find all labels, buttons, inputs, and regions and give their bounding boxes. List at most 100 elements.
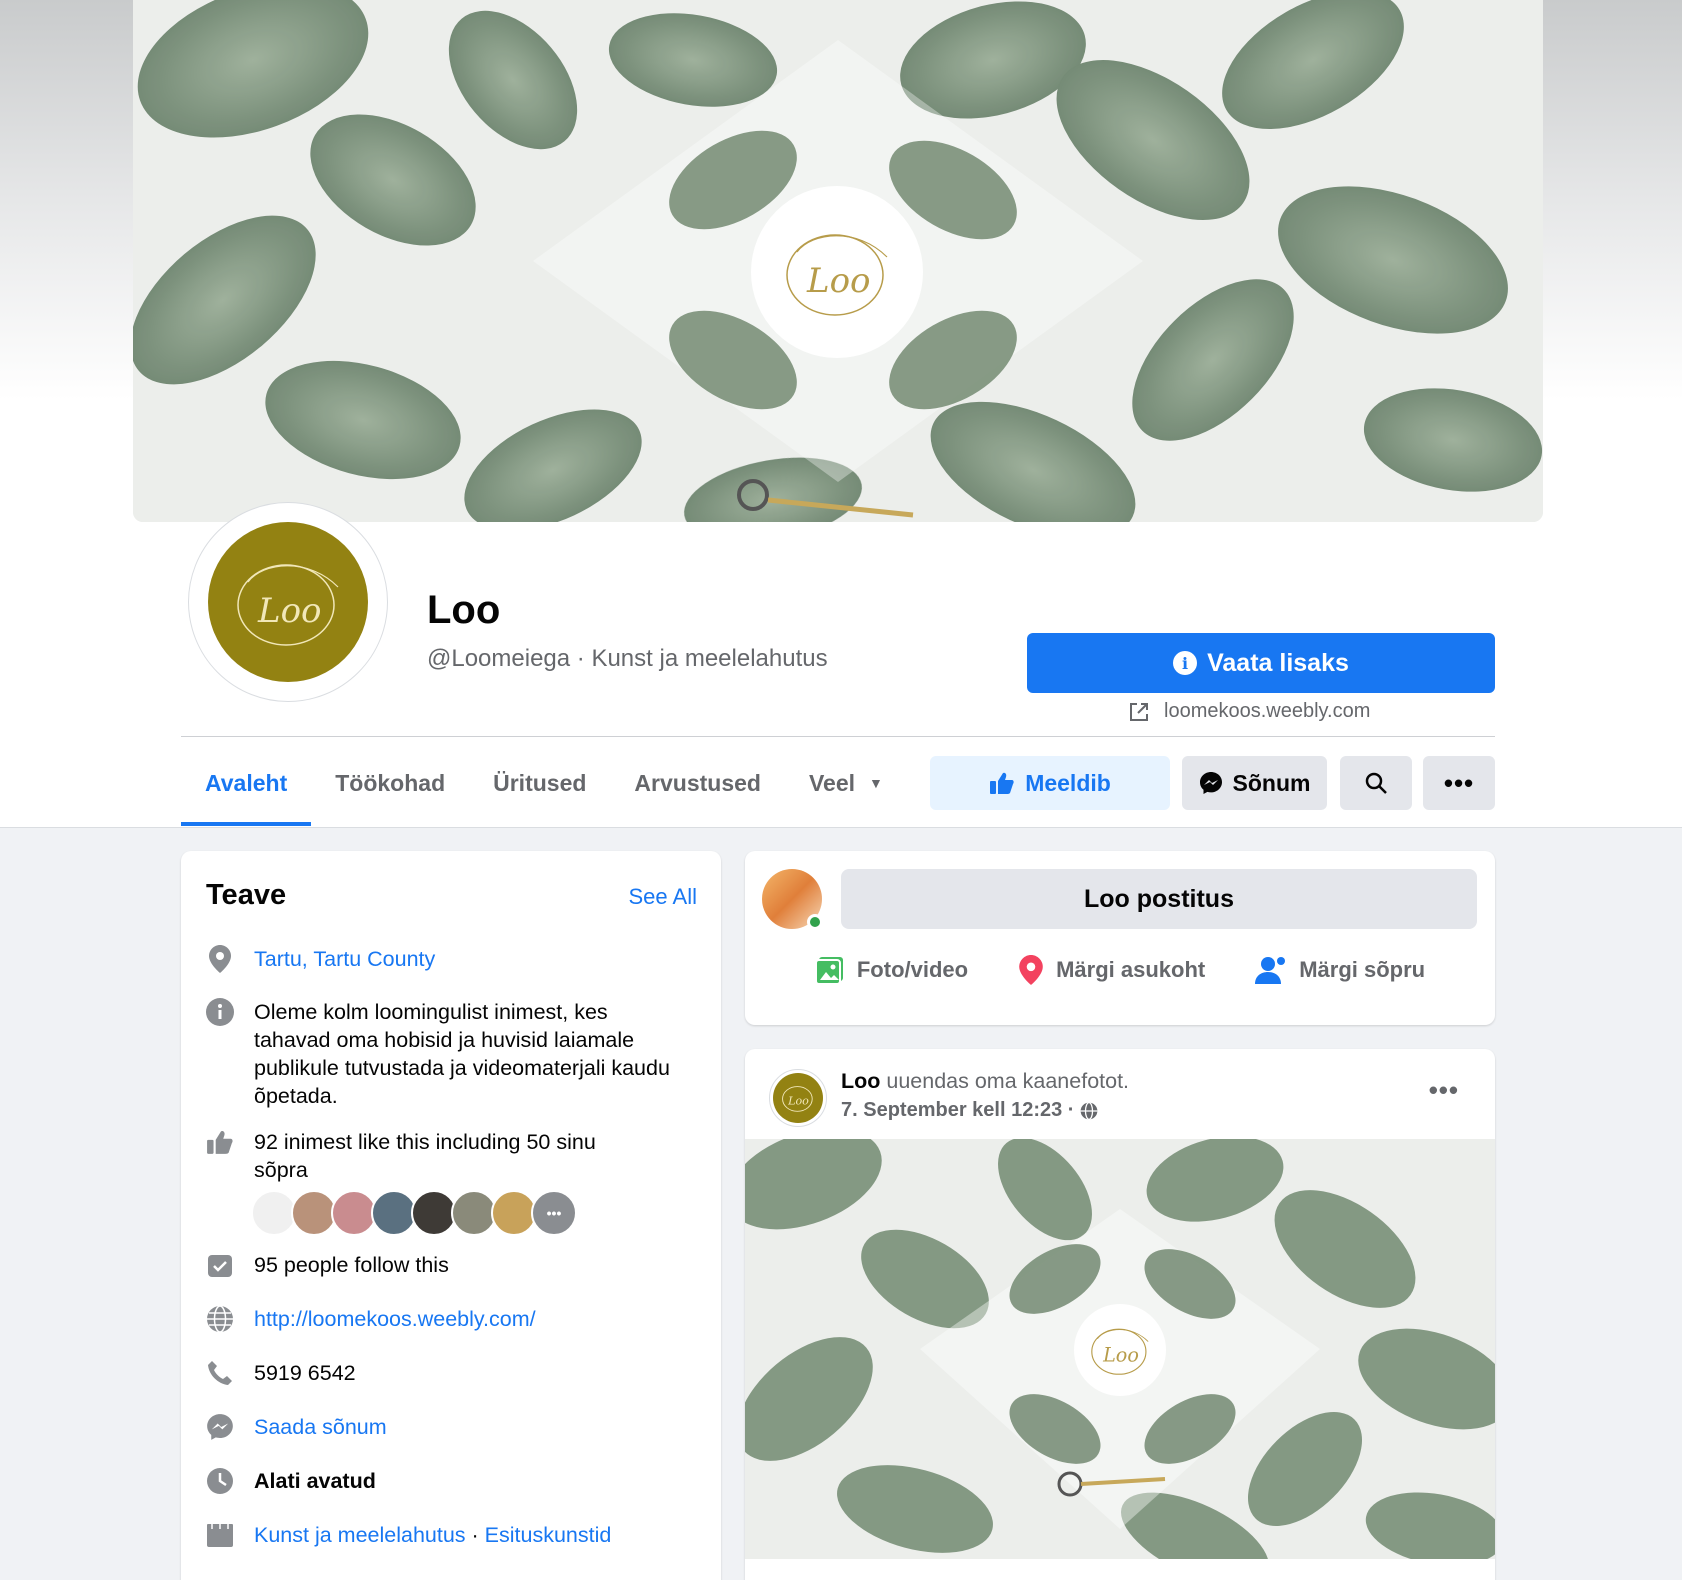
messenger-icon [1199,772,1222,794]
svg-text:Loo: Loo [806,261,871,301]
tab-events[interactable]: Üritused [469,740,610,826]
tab-home[interactable]: Avaleht [181,740,312,826]
location-pin-icon [206,945,234,973]
header-divider [181,736,1495,737]
loo-logo-icon: Loo [1091,1328,1149,1375]
check-in-label: Märgi asukoht [1056,957,1206,982]
tab-label: Üritused [493,769,587,796]
tag-friends-icon [1255,957,1286,984]
about-card: Teave See All Tartu, Tartu County Oleme … [181,851,721,1580]
ellipsis-icon: ••• [1443,767,1475,798]
hours-status: Alati avatud [254,1469,376,1493]
profile-logo: Loo [208,522,368,682]
category-icon [206,1521,234,1549]
website-link[interactable]: loomekoos.weebly.com [1128,700,1370,723]
send-message-link[interactable]: Saada sõnum [254,1413,387,1441]
description-text: Oleme kolm loomingulist inimest, kes tah… [254,1000,670,1108]
svg-text:Loo: Loo [257,591,322,631]
tab-more[interactable]: Veel ▼ [785,740,907,826]
cover-logo: Loo [751,186,923,358]
loo-logo-icon: Loo [237,564,339,646]
globe-icon [1081,1101,1098,1120]
post-header: Loo uuendas oma kaanefotot. [841,1069,1129,1094]
about-hours: Alati avatud [206,1467,706,1495]
messenger-icon [206,1413,234,1441]
info-icon: i [1173,651,1198,675]
tab-reviews[interactable]: Arvustused [610,740,785,826]
category-separator: · [465,1523,485,1547]
like-button[interactable]: Meeldib [930,756,1170,810]
phone-number: 5919 6542 [254,1361,356,1385]
tag-friends-button[interactable]: Märgi sõpru [1255,955,1425,985]
more-info-label: Vaata lisaks [1207,648,1349,677]
svg-text:Loo: Loo [1102,1343,1139,1366]
more-options-button[interactable]: ••• [1423,756,1495,810]
check-in-button[interactable]: Märgi asukoht [1018,955,1205,985]
message-label: Sõnum [1232,769,1311,796]
about-category: Kunst ja meelelahutus · Esituskunstid [206,1521,706,1549]
likes-text: 92 inimest like this including 50 sinu s… [254,1130,596,1182]
website-url[interactable]: http://loomekoos.weebly.com/ [254,1305,536,1333]
about-follows: 95 people follow this [206,1251,706,1279]
tab-label: Veel [808,769,856,796]
location-link[interactable]: Tartu, Tartu County [254,945,435,973]
create-post-actions: Foto/video Märgi asukoht Märgi sõpru [745,955,1495,985]
post-card: Loo Loo uuendas oma kaanefotot. 7. Septe… [745,1049,1495,1580]
thumbs-up-icon [206,1128,234,1156]
post-timestamp[interactable]: 7. September kell 12:23 · [841,1099,1074,1122]
follow-box-icon [206,1251,234,1279]
tab-label: Töökohad [335,769,446,796]
phone-icon [206,1359,234,1387]
post-options-button[interactable]: ••• [1429,1075,1459,1106]
post-author-avatar[interactable]: Loo [769,1069,827,1127]
tag-friends-label: Märgi sõpru [1299,957,1426,982]
message-button[interactable]: Sõnum [1182,756,1327,810]
website-link-label: loomekoos.weebly.com [1164,700,1371,722]
page-title: Loo [427,588,501,632]
profile-picture[interactable]: Loo [188,502,388,702]
thumbs-up-icon [990,772,1014,794]
more-info-button[interactable]: i Vaata lisaks [1027,633,1495,693]
create-post-button[interactable]: Loo postitus [841,869,1477,929]
post-image[interactable]: Loo [745,1139,1495,1559]
like-label: Meeldib [1025,769,1111,796]
photo-video-label: Foto/video [856,957,969,982]
about-send-message: Saada sõnum [206,1413,706,1441]
about-location: Tartu, Tartu County [206,945,706,973]
about-title: Teave [206,879,287,911]
clock-icon [206,1467,234,1495]
about-description: Oleme kolm loomingulist inimest, kes tah… [206,998,706,1110]
cover-photo[interactable]: Loo [133,0,1543,522]
caret-down-icon: ▼ [869,775,883,791]
location-pin-icon [1019,955,1043,985]
info-icon [206,998,234,1026]
post-author-name[interactable]: Loo [841,1069,880,1093]
loo-logo-icon: Loo [782,1086,813,1112]
more-friends-icon[interactable]: ••• [531,1190,577,1236]
photo-icon [814,957,843,985]
follows-text: 95 people follow this [254,1253,449,1277]
about-phone: 5919 6542 [206,1359,706,1387]
tab-label: Avaleht [205,769,288,796]
see-all-link[interactable]: See All [629,884,698,910]
post-action-text: uuendas oma kaanefotot. [880,1069,1130,1093]
page-tabs: Avaleht Töökohad Üritused Arvustused Vee… [181,740,907,826]
about-likes: 92 inimest like this including 50 sinu s… [206,1128,706,1184]
create-post-card: Loo postitus Foto/video Märgi asukoht Mä… [745,851,1495,1025]
page-subtitle: @Loomeiega · Kunst ja meelelahutus [427,645,828,672]
post-image-logo: Loo [1074,1304,1166,1396]
search-icon [1365,772,1387,794]
globe-icon [206,1305,234,1333]
search-button[interactable] [1340,756,1412,810]
category-link-arts[interactable]: Kunst ja meelelahutus [254,1523,466,1547]
photo-video-button[interactable]: Foto/video [814,955,969,985]
tab-label: Arvustused [634,769,761,796]
tab-jobs[interactable]: Töökohad [311,740,469,826]
profile-logo: Loo [773,1073,823,1123]
friends-avatars[interactable]: ••• [251,1190,577,1236]
about-website: http://loomekoos.weebly.com/ [206,1305,706,1333]
post-meta: 7. September kell 12:23 · [841,1099,1098,1122]
category-link-performing[interactable]: Esituskunstid [485,1523,612,1547]
external-link-icon [1130,702,1148,721]
svg-text:Loo: Loo [787,1094,809,1107]
